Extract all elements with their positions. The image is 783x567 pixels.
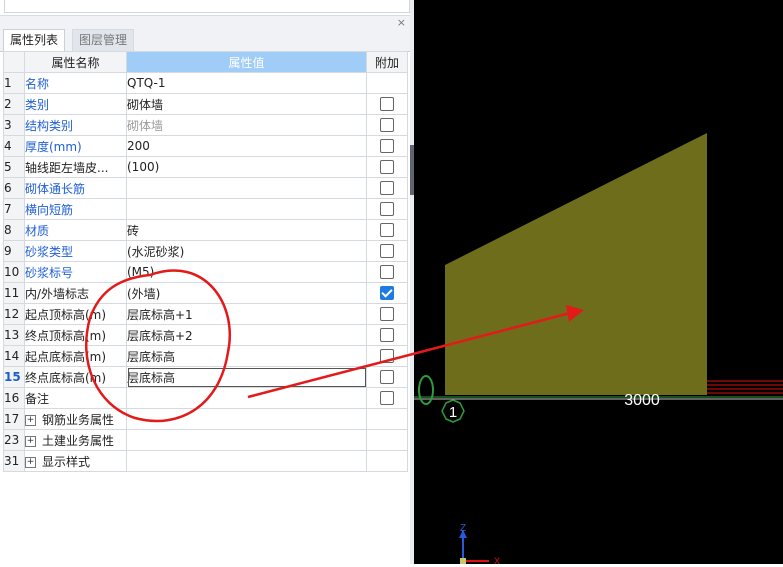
annotation-overlay [85, 269, 584, 423]
annotation-arrow-head [566, 305, 584, 322]
annotation-circle [85, 269, 231, 423]
annotation-arrow-line [247, 311, 571, 399]
